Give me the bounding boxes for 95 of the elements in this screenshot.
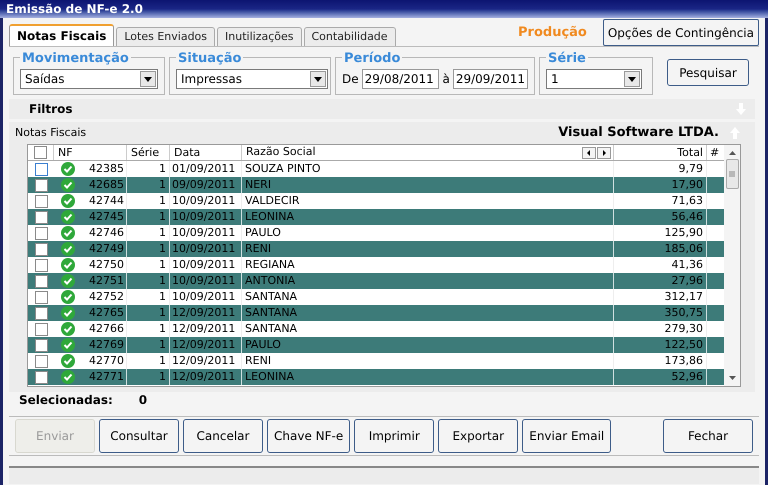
column-header[interactable]: Data xyxy=(170,145,242,160)
table-cell: 10/09/2011 xyxy=(170,241,242,257)
table-cell-text: 42750 xyxy=(89,256,124,273)
table-cell-text: 42751 xyxy=(89,272,124,289)
action-button[interactable]: Cancelar xyxy=(183,419,263,453)
checkbox[interactable] xyxy=(34,338,48,352)
table-cell-text: 42745 xyxy=(89,208,124,225)
scroll-left-icon[interactable] xyxy=(582,146,596,158)
dropdown-button[interactable] xyxy=(624,71,640,87)
panel-title: Notas Fiscais xyxy=(15,124,86,141)
caret-icon xyxy=(144,76,152,82)
action-button[interactable]: Exportar xyxy=(438,419,518,453)
checkbox[interactable] xyxy=(34,274,48,288)
check-status-icon xyxy=(61,210,75,224)
table-cell-text: 42770 xyxy=(89,352,124,369)
checkbox[interactable] xyxy=(34,306,48,320)
table-cell: 09/09/2011 xyxy=(170,177,242,193)
dropdown-button[interactable] xyxy=(310,71,326,87)
grip-icon xyxy=(729,171,735,177)
check-status-icon xyxy=(61,194,75,208)
column-header[interactable]: Total xyxy=(614,145,707,160)
date-field[interactable]: 29/09/2011 xyxy=(452,69,528,89)
table-cell: 10/09/2011 xyxy=(170,209,242,225)
check-status-icon xyxy=(61,274,75,288)
date-field[interactable]: 29/08/2011 xyxy=(362,69,440,89)
dropdown-field[interactable]: Impressas xyxy=(176,69,328,89)
checkbox[interactable] xyxy=(34,290,48,304)
contingency-button[interactable]: Opções de Contingência xyxy=(602,19,759,46)
checkbox[interactable] xyxy=(34,146,47,159)
action-button[interactable]: Enviar Email xyxy=(522,419,612,453)
action-button[interactable]: Imprimir xyxy=(354,419,434,453)
column-header[interactable]: Série xyxy=(127,145,170,160)
table-cell-text: 42744 xyxy=(89,192,124,209)
check-status-icon xyxy=(61,242,75,256)
action-button[interactable]: Consultar xyxy=(99,419,179,453)
action-button[interactable]: Chave NF-e xyxy=(267,419,350,453)
table-cell: 12/09/2011 xyxy=(170,369,242,385)
check-status-icon xyxy=(61,370,75,384)
check-status-icon xyxy=(61,306,75,320)
caret-icon xyxy=(628,76,636,82)
table-cell-text: 42752 xyxy=(89,288,124,305)
tab[interactable]: Notas Fiscais xyxy=(9,24,114,46)
from-label: De xyxy=(342,71,359,88)
checkbox[interactable] xyxy=(34,322,48,336)
environment-label: Produção xyxy=(518,24,587,42)
checkbox[interactable] xyxy=(34,370,48,384)
table-cell: ANTONIA xyxy=(242,273,614,289)
tab[interactable]: Contabilidade xyxy=(304,27,396,46)
column-header[interactable]: # xyxy=(707,145,724,160)
window-title: Emissão de NF-e 2.0 xyxy=(6,1,143,18)
column-header[interactable]: Razão Social xyxy=(246,144,316,161)
checkbox[interactable] xyxy=(34,258,48,272)
checkbox[interactable] xyxy=(34,354,48,368)
table-cell-text: 42746 xyxy=(89,224,124,241)
checkbox[interactable] xyxy=(34,194,48,208)
table-cell-text: 42769 xyxy=(89,336,124,353)
checkbox[interactable] xyxy=(34,242,48,256)
scroll-down-icon[interactable] xyxy=(728,376,736,380)
checkbox[interactable] xyxy=(34,162,48,176)
table-cell: 10/09/2011 xyxy=(170,273,242,289)
check-status-icon xyxy=(61,354,75,368)
table-cell-text: 42771 xyxy=(89,368,124,385)
tab[interactable]: Inutilizações xyxy=(217,27,302,46)
caret-icon xyxy=(314,76,322,82)
dropdown-field[interactable]: Saídas xyxy=(20,69,158,89)
dropdown-button[interactable] xyxy=(140,71,156,87)
check-status-icon xyxy=(61,322,75,336)
tab[interactable]: Lotes Enviados xyxy=(116,27,216,46)
checkbox[interactable] xyxy=(34,226,48,240)
scrollbar[interactable] xyxy=(724,145,740,386)
check-status-icon xyxy=(61,290,75,304)
checkbox[interactable] xyxy=(34,178,48,192)
check-status-icon xyxy=(61,338,75,352)
selected-label: Selecionadas: xyxy=(19,392,113,409)
table-cell-text: 42749 xyxy=(89,240,124,257)
check-status-icon xyxy=(61,258,75,272)
check-status-icon xyxy=(61,226,75,240)
scroll-right-icon[interactable] xyxy=(597,146,611,158)
checkbox[interactable] xyxy=(34,210,48,224)
close-button[interactable]: Fechar xyxy=(663,419,753,453)
company-name: Visual Software LTDA. xyxy=(558,124,719,142)
filters-bar[interactable]: Filtros xyxy=(9,99,755,119)
table-cell-text: 42765 xyxy=(89,304,124,321)
search-button[interactable]: Pesquisar xyxy=(667,59,749,86)
table-cell-text: 42766 xyxy=(89,320,124,337)
table-cell-text: 42385 xyxy=(89,160,124,177)
column-header[interactable]: NF xyxy=(54,145,127,160)
table-cell: 12/09/2011 xyxy=(170,337,242,353)
check-status-icon xyxy=(61,178,75,192)
selected-count: 0 xyxy=(138,392,148,409)
scroll-up-icon[interactable] xyxy=(728,151,736,155)
table-cell-text: 42685 xyxy=(89,176,124,193)
table-cell: 12/09/2011 xyxy=(170,305,242,321)
dropdown-field[interactable]: 1 xyxy=(546,69,642,89)
to-label: à xyxy=(442,71,450,88)
